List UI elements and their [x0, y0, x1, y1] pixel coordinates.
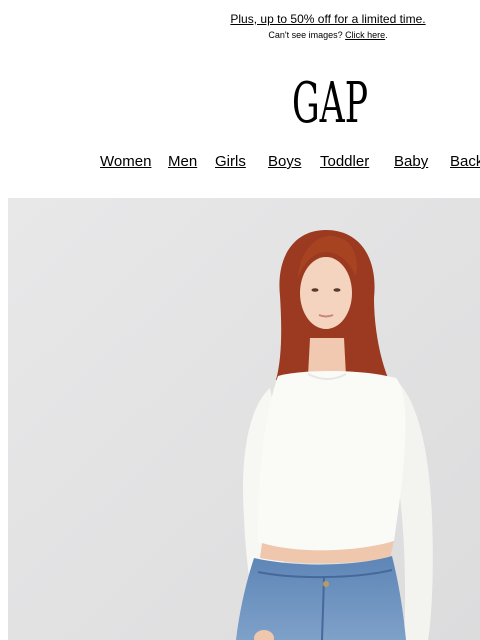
category-nav: Women Men Girls Boys Toddler Baby Back	[0, 153, 480, 173]
nav-item-boys[interactable]: Boys	[268, 153, 301, 171]
nav-item-back[interactable]: Back	[450, 153, 480, 171]
nav-item-girls[interactable]: Girls	[215, 153, 246, 171]
nav-item-men[interactable]: Men	[168, 153, 197, 171]
gap-logo-mark: GAP	[292, 71, 368, 136]
nav-item-women[interactable]: Women	[100, 153, 151, 171]
click-here-link[interactable]: Click here	[345, 30, 385, 40]
images-notice-suffix: .	[385, 30, 388, 40]
gap-logo[interactable]: GAP	[290, 70, 370, 136]
promo-link[interactable]: Plus, up to 50% off for a limited time.	[230, 12, 425, 26]
preheader: Plus, up to 50% off for a limited time. …	[168, 10, 480, 41]
hero-model-illustration	[8, 198, 480, 640]
gap-logo-text: GAP	[292, 71, 368, 128]
hero-image[interactable]	[8, 198, 480, 640]
images-notice: Can't see images? Click here.	[168, 30, 480, 41]
nav-item-baby[interactable]: Baby	[394, 153, 428, 171]
nav-item-toddler[interactable]: Toddler	[320, 153, 369, 171]
images-notice-text: Can't see images?	[268, 30, 346, 40]
